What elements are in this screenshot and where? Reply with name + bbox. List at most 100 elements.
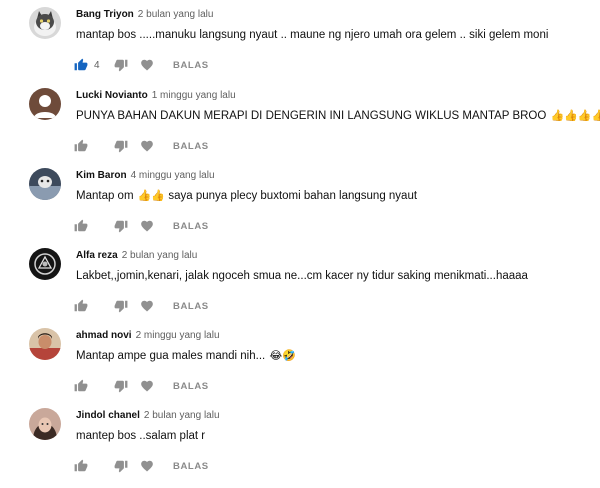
comment-actions: BALAS — [74, 379, 209, 393]
photo-avatar-icon — [29, 168, 61, 200]
heart-button[interactable] — [140, 139, 154, 153]
like-button[interactable] — [74, 58, 88, 72]
comment-text: Mantap om 👍👍 saya punya plecy buxtomi ba… — [76, 189, 417, 204]
comment-item: Lucki Novianto 1 minggu yang lalu PUNYA B… — [0, 88, 600, 168]
cat-avatar-icon — [29, 7, 61, 39]
comment-text: Lakbet,,jomin,kenari, jalak ngoceh smua … — [76, 269, 528, 284]
heart-button[interactable] — [140, 299, 154, 313]
comment-item: ahmad novi 2 minggu yang lalu Mantap ampe… — [0, 328, 600, 408]
comment-item: Jindol chanel 2 bulan yang lalu mantep bo… — [0, 408, 600, 488]
reply-button[interactable]: BALAS — [173, 141, 209, 152]
heart-icon — [140, 459, 154, 473]
avatar[interactable] — [29, 328, 61, 360]
thumbs-down-icon — [114, 139, 128, 153]
dislike-button[interactable] — [114, 58, 128, 72]
like-button[interactable] — [74, 219, 88, 233]
reply-button[interactable]: BALAS — [173, 60, 209, 71]
comment-author[interactable]: Kim Baron — [76, 170, 127, 181]
comment-meta: Kim Baron 4 minggu yang lalu — [76, 169, 215, 182]
emoji: 👍👍 — [138, 190, 165, 202]
thumbs-up-icon — [74, 299, 88, 313]
heart-icon — [140, 58, 154, 72]
comment-time[interactable]: 1 minggu yang lalu — [152, 90, 236, 101]
like-button[interactable] — [74, 459, 88, 473]
comment-author[interactable]: Alfa reza — [76, 250, 118, 261]
avatar[interactable] — [29, 7, 61, 39]
comment-text-prefix: Mantap om — [76, 190, 137, 202]
comment-time[interactable]: 2 minggu yang lalu — [136, 330, 220, 341]
comment-text: mantap bos .....manuku langsung nyaut ..… — [76, 28, 548, 43]
comment-author[interactable]: Jindol chanel — [76, 410, 140, 421]
comment-text: mantep bos ..salam plat r — [76, 429, 205, 444]
avatar[interactable] — [29, 408, 61, 440]
comment-meta: Jindol chanel 2 bulan yang lalu — [76, 409, 220, 422]
comment-actions: BALAS — [74, 299, 209, 313]
thumbs-up-icon — [74, 139, 88, 153]
comment-author[interactable]: ahmad novi — [76, 330, 132, 341]
heart-icon — [140, 219, 154, 233]
thumbs-down-icon — [114, 299, 128, 313]
reply-button[interactable]: BALAS — [173, 461, 209, 472]
dislike-button[interactable] — [114, 299, 128, 313]
comment-text-body: mantep bos ..salam plat r — [76, 430, 205, 442]
comment-meta: Bang Triyon 2 bulan yang lalu — [76, 8, 213, 21]
heart-icon — [140, 299, 154, 313]
heart-button[interactable] — [140, 219, 154, 233]
comment-text: Mantap ampe gua males mandi nih... 😂🤣 — [76, 349, 296, 364]
comment-item: Alfa reza 2 bulan yang lalu Lakbet,,jomin… — [0, 248, 600, 328]
dislike-button[interactable] — [114, 459, 128, 473]
thumbs-down-icon — [114, 219, 128, 233]
comment-actions: BALAS — [74, 139, 209, 153]
dislike-button[interactable] — [114, 139, 128, 153]
thumbs-up-icon — [74, 379, 88, 393]
heart-icon — [140, 139, 154, 153]
dislike-button[interactable] — [114, 379, 128, 393]
person-silhouette-icon — [29, 88, 61, 120]
dark-logo-avatar-icon — [29, 248, 61, 280]
avatar[interactable] — [29, 88, 61, 120]
thumbs-up-icon — [74, 219, 88, 233]
emoji: 😂🤣 — [269, 350, 296, 362]
heart-button[interactable] — [140, 459, 154, 473]
face-photo-avatar-icon — [29, 408, 61, 440]
comment-actions: BALAS — [74, 459, 209, 473]
reply-button[interactable]: BALAS — [173, 381, 209, 392]
reply-button[interactable]: BALAS — [173, 221, 209, 232]
avatar[interactable] — [29, 168, 61, 200]
like-button[interactable] — [74, 139, 88, 153]
comment-actions: BALAS — [74, 219, 209, 233]
comment-text-body: Mantap ampe gua males mandi nih... — [76, 350, 268, 362]
like-count: 4 — [94, 60, 102, 71]
comment-time[interactable]: 2 bulan yang lalu — [122, 250, 198, 261]
avatar[interactable] — [29, 248, 61, 280]
comment-time[interactable]: 4 minggu yang lalu — [131, 170, 215, 181]
thumbs-down-icon — [114, 58, 128, 72]
heart-button[interactable] — [140, 379, 154, 393]
comment-item: Bang Triyon 2 bulan yang lalu mantap bos … — [0, 7, 600, 87]
person-photo-avatar-icon — [29, 328, 61, 360]
comment-text: PUNYA BAHAN DAKUN MERAPI DI DENGERIN INI… — [76, 109, 600, 124]
comment-text-body: mantap bos .....manuku langsung nyaut ..… — [76, 29, 548, 41]
comment-author[interactable]: Bang Triyon — [76, 9, 134, 20]
comment-time[interactable]: 2 bulan yang lalu — [138, 9, 214, 20]
comment-text-body: PUNYA BAHAN DAKUN MERAPI DI DENGERIN INI… — [76, 110, 550, 122]
heart-button[interactable] — [140, 58, 154, 72]
comment-actions: 4 BALAS — [74, 58, 209, 72]
dislike-button[interactable] — [114, 219, 128, 233]
comment-text-body: Lakbet,,jomin,kenari, jalak ngoceh smua … — [76, 270, 528, 282]
comment-author[interactable]: Lucki Novianto — [76, 90, 148, 101]
reply-button[interactable]: BALAS — [173, 301, 209, 312]
like-button[interactable] — [74, 379, 88, 393]
emoji: 👍👍👍👍👍 — [551, 110, 600, 122]
thumbs-up-icon — [74, 58, 88, 72]
comment-time[interactable]: 2 bulan yang lalu — [144, 410, 220, 421]
comment-meta: Lucki Novianto 1 minggu yang lalu — [76, 89, 236, 102]
comment-meta: ahmad novi 2 minggu yang lalu — [76, 329, 220, 342]
like-button[interactable] — [74, 299, 88, 313]
comment-meta: Alfa reza 2 bulan yang lalu — [76, 249, 197, 262]
thumbs-up-icon — [74, 459, 88, 473]
thumbs-down-icon — [114, 379, 128, 393]
comment-item: Kim Baron 4 minggu yang lalu Mantap om 👍👍… — [0, 168, 600, 248]
heart-icon — [140, 379, 154, 393]
thumbs-down-icon — [114, 459, 128, 473]
